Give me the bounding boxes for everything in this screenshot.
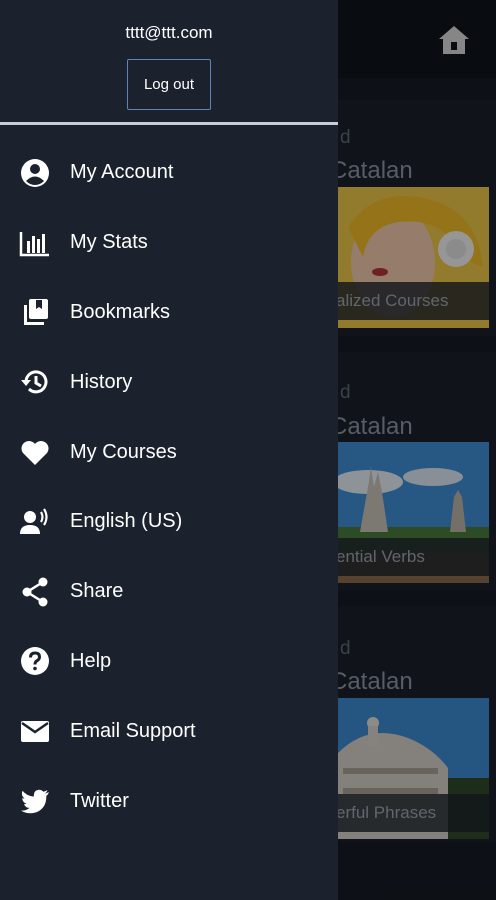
account-circle-icon xyxy=(19,157,51,189)
menu-label: My Stats xyxy=(70,231,148,254)
header-divider xyxy=(0,122,338,125)
menu-item-help[interactable]: Help xyxy=(0,627,338,697)
user-email: tttt@ttt.com xyxy=(125,23,213,42)
menu-label: My Courses xyxy=(70,440,177,463)
menu-label: Bookmarks xyxy=(70,300,171,323)
menu-item-history[interactable]: History xyxy=(0,347,338,417)
menu-item-twitter[interactable]: Twitter xyxy=(0,766,338,836)
drawer-menu: My Account My Stats Bookmarks History My… xyxy=(0,138,338,836)
menu-item-my-account[interactable]: My Account xyxy=(0,138,338,208)
menu-item-my-courses[interactable]: My Courses xyxy=(0,417,338,487)
navigation-drawer: tttt@ttt.com Log out My Account My Stats… xyxy=(0,0,338,900)
menu-label: Twitter xyxy=(70,789,129,812)
menu-item-email-support[interactable]: Email Support xyxy=(0,696,338,766)
menu-label: English (US) xyxy=(70,510,183,533)
menu-item-share[interactable]: Share xyxy=(0,557,338,627)
bookmarks-icon xyxy=(19,296,51,328)
menu-item-bookmarks[interactable]: Bookmarks xyxy=(0,278,338,348)
menu-label: Help xyxy=(70,649,112,672)
voice-language-icon xyxy=(19,506,51,538)
logout-button[interactable]: Log out xyxy=(127,59,211,110)
menu-item-my-stats[interactable]: My Stats xyxy=(0,208,338,278)
history-icon xyxy=(19,366,51,398)
menu-item-language[interactable]: English (US) xyxy=(0,487,338,557)
menu-label: Email Support xyxy=(70,719,196,742)
menu-label: My Account xyxy=(70,161,174,184)
help-icon xyxy=(19,645,51,677)
twitter-icon xyxy=(19,785,51,817)
email-icon xyxy=(19,715,51,747)
menu-label: History xyxy=(70,370,133,393)
menu-label: Share xyxy=(70,580,124,603)
stats-chart-icon xyxy=(19,227,51,259)
heart-icon xyxy=(19,436,51,468)
share-icon xyxy=(19,576,51,608)
